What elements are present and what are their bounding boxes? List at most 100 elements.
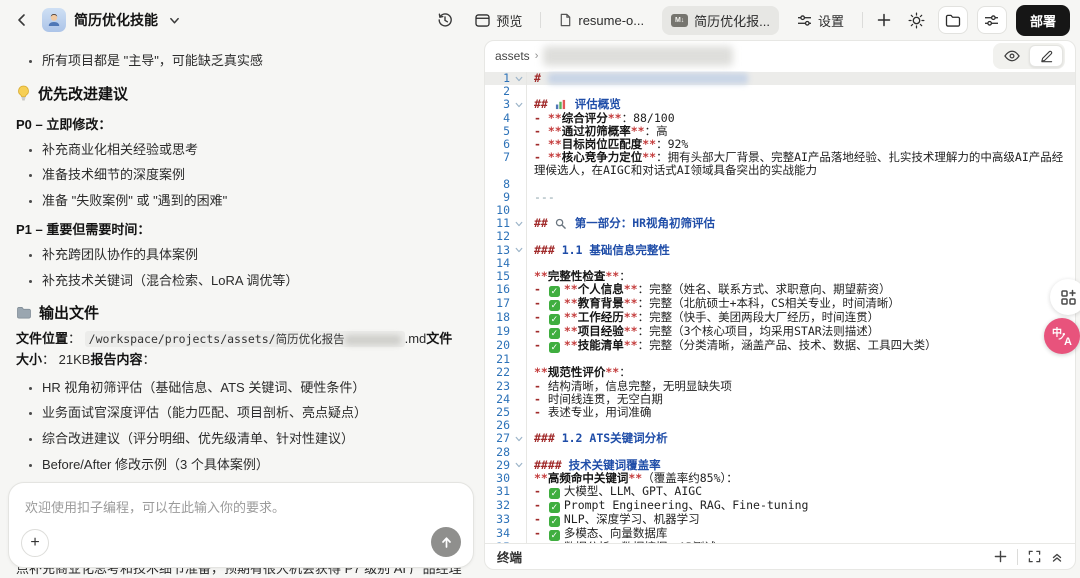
attach-button[interactable]: + <box>21 529 49 557</box>
top-bar: 简历优化技能 预览 resume-o... M↓ 简历优化报... <box>0 0 1080 40</box>
tab-file-report[interactable]: M↓ 简历优化报... <box>662 6 779 35</box>
output-heading: 输出文件 <box>16 302 464 323</box>
line-number: 8 <box>485 178 512 191</box>
breadcrumb-assets[interactable]: assets <box>495 49 530 63</box>
fold-chevron-icon[interactable] <box>512 432 526 445</box>
code-token: ：完整（北航硕士+本科，CS相关专业，时间清晰） <box>638 296 900 310</box>
code-line-content: - ✓Prompt Engineering、RAG、Fine-tuning <box>526 499 1075 513</box>
fold-chevron-icon[interactable] <box>512 72 526 85</box>
preview-mode-button[interactable] <box>995 45 1029 67</box>
code-line: 27### 1.2 ATS关键词分析 <box>485 432 1075 445</box>
topbar-left: 简历优化技能 <box>10 8 182 32</box>
plus-icon <box>877 13 891 27</box>
line-number: 17 <box>485 297 512 311</box>
code-line: 11## 第一部分：HR视角初筛评估 <box>485 217 1075 230</box>
edit-mode-button[interactable] <box>1029 45 1063 67</box>
tab-file-resume[interactable]: resume-o... <box>550 8 653 33</box>
code-editor[interactable]: 1# 23## 评估概览4- **综合评分**：88/1005- **通过初筛概… <box>485 71 1075 543</box>
line-number: 13 <box>485 244 512 257</box>
check-icon: ✓ <box>549 516 560 527</box>
code-token: 技能清单 <box>578 338 624 352</box>
code-token: ** <box>564 338 578 352</box>
terminal-collapse-button[interactable] <box>1051 551 1063 563</box>
extension-grid-button[interactable] <box>1050 279 1080 315</box>
code-token: 核心竞争力定位 <box>562 150 643 164</box>
code-line-content: ## 第一部分：HR视角初筛评估 <box>526 217 1075 230</box>
view-mode-toggle <box>993 43 1065 69</box>
code-token: 1.1 基础信息完整性 <box>562 243 670 257</box>
report-list: HR 视角初筛评估（基础信息、ATS 关键词、硬性条件）业务面试官深度评估（能力… <box>16 379 464 499</box>
report-content-label: 报告内容 <box>90 352 142 367</box>
code-token: - <box>534 324 548 338</box>
terminal-bar: 终端 <box>485 543 1075 569</box>
fold-gutter <box>512 527 526 541</box>
code-line-content: - ✓**教育背景**：完整（北航硕士+本科，CS相关专业，时间清晰） <box>526 297 1075 311</box>
list-item: 补充商业化相关经验或思考 <box>42 141 464 159</box>
fold-gutter <box>512 419 526 432</box>
code-line: 1# <box>485 72 1075 85</box>
fold-gutter <box>512 125 526 138</box>
tab-preview[interactable]: 预览 <box>466 6 531 35</box>
history-button[interactable] <box>433 8 457 32</box>
code-token: 表述专业，用词准确 <box>548 405 652 419</box>
chat-input[interactable]: 欢迎使用扣子编程，可以在此输入你的要求。 + <box>8 482 474 568</box>
fold-gutter <box>512 297 526 311</box>
send-button[interactable] <box>431 527 461 557</box>
fold-gutter <box>512 446 526 459</box>
terminal-label[interactable]: 终端 <box>497 547 522 566</box>
code-token: ** <box>608 111 622 125</box>
code-token: ** <box>548 124 562 138</box>
list-item: 补充跨团队协作的具体案例 <box>42 246 464 264</box>
files-button[interactable] <box>938 6 968 34</box>
fold-gutter <box>512 230 526 243</box>
code-token: ** <box>624 282 638 296</box>
deploy-button[interactable]: 部署 <box>1016 5 1070 36</box>
grid-add-icon <box>1060 289 1077 306</box>
eye-icon <box>1004 50 1020 62</box>
code-token: - <box>534 137 548 151</box>
code-line-content <box>526 178 1075 191</box>
fold-chevron-icon[interactable] <box>512 217 526 230</box>
code-line-content: - 表述专业，用词准确 <box>526 406 1075 419</box>
new-tab-button[interactable] <box>872 8 896 32</box>
code-line: 16- ✓**个人信息**：完整（姓名、联系方式、求职意向、期望薪资） <box>485 283 1075 297</box>
back-button[interactable] <box>10 8 34 32</box>
workspace-switcher[interactable] <box>166 8 182 32</box>
browser-icon <box>475 14 490 27</box>
line-number: 33 <box>485 513 512 527</box>
terminal-maximize-button[interactable] <box>1028 550 1041 563</box>
divider <box>540 12 541 28</box>
code-token: ** <box>642 150 656 164</box>
line-number: 34 <box>485 527 512 541</box>
code-token: - <box>534 392 548 406</box>
folder-icon <box>16 306 32 319</box>
document-icon <box>559 13 572 27</box>
line-number: 18 <box>485 311 512 325</box>
fold-chevron-icon[interactable] <box>512 98 526 111</box>
code-line: 18- ✓**工作经历**：完整（快手、美团两段大厂经历，时间连贯） <box>485 311 1075 325</box>
code-token: ** <box>605 365 619 379</box>
code-token: ** <box>631 124 645 138</box>
tab-settings[interactable]: 设置 <box>788 6 853 35</box>
project-settings-button[interactable] <box>977 6 1007 34</box>
fold-chevron-icon[interactable] <box>512 244 526 257</box>
code-token: ** <box>534 365 548 379</box>
fold-chevron-icon[interactable] <box>512 459 526 472</box>
code-token: - <box>534 338 548 352</box>
code-line-content: - ✓NLP、深度学习、机器学习 <box>526 513 1075 527</box>
fold-gutter <box>512 138 526 151</box>
code-token: ** <box>628 471 642 485</box>
code-token: ** <box>534 269 548 283</box>
fold-gutter <box>512 393 526 406</box>
code-token: 教育背景 <box>578 296 624 310</box>
markdown-icon: M↓ <box>671 14 688 27</box>
file-info: 文件位置： /workspace/projects/assets/简历优化报告.… <box>16 329 464 371</box>
theme-toggle-button[interactable] <box>905 8 929 32</box>
code-token: ：92% <box>656 137 688 151</box>
translate-button[interactable]: 中 A <box>1044 318 1080 354</box>
sun-icon <box>908 12 925 29</box>
translate-a-label: A <box>1064 336 1072 348</box>
editor-card: assets › 1# 23## 评估概览4- **综合评分**：88/1005… <box>484 40 1076 570</box>
terminal-new-button[interactable] <box>994 550 1007 563</box>
fold-gutter <box>512 339 526 353</box>
